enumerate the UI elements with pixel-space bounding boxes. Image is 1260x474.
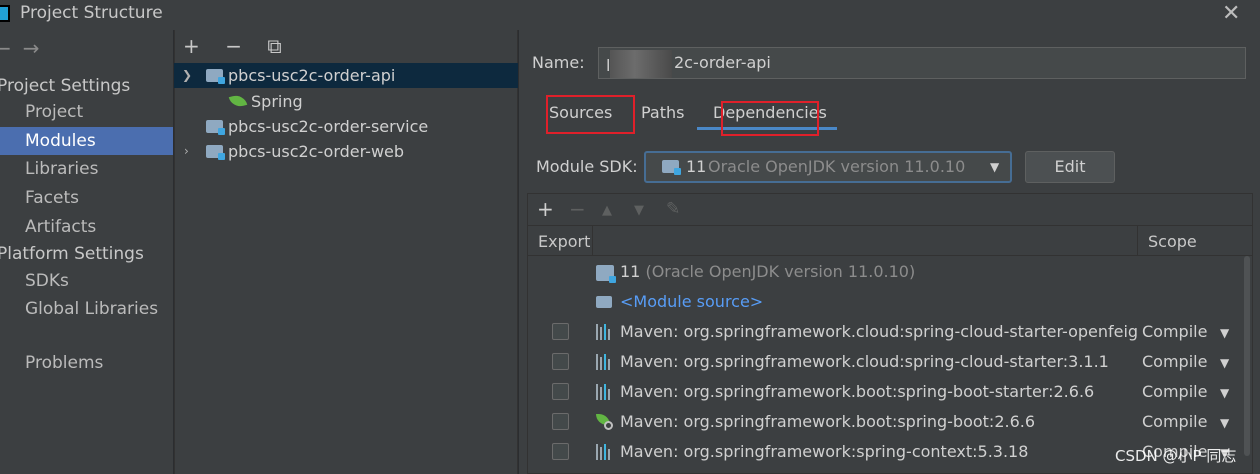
table-row[interactable]: 11 (Oracle OpenJDK version 11.0.10) [528,257,1244,287]
tree-row-order-service[interactable]: pbcs-usc2c-order-service [174,114,518,139]
maven-library-icon [596,354,614,370]
scrollbar[interactable] [1244,256,1250,456]
table-row[interactable]: Maven: org.springframework.boot:spring-b… [528,377,1244,407]
dropdown-arrow-icon[interactable]: ▼ [1220,326,1229,340]
scope-value: Compile [1142,412,1208,431]
tree-row-spring[interactable]: Spring [174,89,518,114]
jdk-folder-icon [596,265,616,283]
dropdown-arrow-icon[interactable]: ▼ [1220,416,1229,430]
spring-boot-icon [596,414,614,430]
chevron-right-icon[interactable]: › [184,139,196,164]
edit-pencil-icon[interactable]: ✎ [666,199,680,219]
nav-item-facets[interactable]: Facets [0,184,173,212]
nav-item-project[interactable]: Project [0,98,173,126]
dependency-name: 11 (Oracle OpenJDK version 11.0.10) [620,262,1140,281]
export-checkbox[interactable] [552,323,569,340]
dropdown-arrow-icon[interactable]: ▼ [990,160,999,174]
maven-library-icon [596,324,614,340]
module-folder-icon [206,120,225,135]
move-down-icon[interactable]: ▼ [634,203,644,218]
remove-module-icon[interactable]: − [225,34,242,58]
scope-select[interactable]: Compile ▼ [1138,377,1244,407]
name-label: Name: [532,53,585,72]
edit-sdk-button[interactable]: Edit [1025,151,1115,183]
maven-library-icon [596,444,614,460]
scope-value: Compile [1142,352,1208,371]
jdk-folder-icon [662,160,681,175]
csdn-watermark: CSDN @小P 同志 [1115,447,1237,465]
export-checkbox[interactable] [552,443,569,460]
table-row[interactable]: <Module source> [528,287,1244,317]
dependency-name: Maven: org.springframework.boot:spring-b… [620,382,1095,401]
dependency-name: Maven: org.springframework.boot:spring-b… [620,412,1036,431]
table-row[interactable]: Maven: org.springframework.cloud:spring-… [528,317,1244,347]
window-title: Project Structure [20,3,163,23]
column-divider [592,226,593,256]
spring-leaf-icon [228,93,248,109]
tree-label: pbcs-usc2c-order-web [228,142,405,161]
module-name-value: 2c-order-api [674,53,771,72]
table-row[interactable]: Maven: org.springframework.cloud:spring-… [528,347,1244,377]
nav-item-libraries[interactable]: Libraries [0,155,173,183]
tree-row-order-api[interactable]: ❯ pbcs-usc2c-order-api [174,63,518,88]
chevron-down-icon[interactable]: ❯ [182,63,194,88]
sdk-version-number: 11 [686,157,707,176]
export-column-header[interactable]: Export [538,232,590,251]
add-module-icon[interactable]: + [183,34,200,58]
sdk-description-text: (Oracle OpenJDK version 11.0.10) [645,262,916,281]
table-header [528,226,1252,256]
close-icon[interactable]: ✕ [1222,1,1240,26]
back-forward-arrows[interactable]: ←→ [0,36,52,60]
column-divider [1137,226,1138,256]
module-source-icon [596,296,612,308]
dropdown-arrow-icon[interactable]: ▼ [1220,386,1229,400]
forward-arrow-icon[interactable]: → [23,36,52,60]
move-up-icon[interactable]: ▲ [602,203,612,218]
scope-select[interactable]: Compile ▼ [1138,347,1244,377]
tree-label: Spring [251,92,303,111]
scope-value: Compile [1142,322,1208,341]
module-folder-icon [206,69,225,84]
intellij-app-icon [0,5,10,22]
dependency-name: <Module source> [620,292,764,311]
export-checkbox[interactable] [552,413,569,430]
redacted-region [610,50,672,78]
module-sdk-label: Module SDK: [536,157,638,176]
tree-label: pbcs-usc2c-order-service [228,117,429,136]
sdk-number-text: 11 [620,262,641,281]
scope-select[interactable]: Compile ▼ [1138,407,1244,437]
tab-paths[interactable]: Paths [641,103,684,122]
dependency-name: Maven: org.springframework:spring-contex… [620,442,1029,461]
tree-toolbar: + − ⧉ [183,34,282,58]
export-checkbox[interactable] [552,353,569,370]
nav-item-problems[interactable]: Problems [0,349,173,377]
sdk-description: Oracle OpenJDK version 11.0.10 [708,157,966,176]
export-checkbox[interactable] [552,383,569,400]
nav-item-artifacts[interactable]: Artifacts [0,213,173,241]
scope-value: Compile [1142,382,1208,401]
remove-dependency-icon[interactable]: − [569,197,586,221]
tree-row-order-web[interactable]: › pbcs-usc2c-order-web [174,139,518,164]
title-bar [0,0,1260,30]
module-folder-icon [206,145,225,160]
nav-item-modules[interactable]: Modules [0,127,173,155]
dependency-name: Maven: org.springframework.cloud:spring-… [620,322,1140,341]
dropdown-arrow-icon[interactable]: ▼ [1220,356,1229,370]
platform-settings-header: Platform Settings [0,244,144,264]
nav-item-global-libraries[interactable]: Global Libraries [0,295,173,323]
back-arrow-icon[interactable]: ← [0,36,23,60]
dependency-name: Maven: org.springframework.cloud:spring-… [620,352,1109,371]
copy-module-icon[interactable]: ⧉ [267,34,281,58]
add-dependency-icon[interactable]: + [537,197,554,221]
project-settings-header: Project Settings [0,76,131,96]
nav-item-sdks[interactable]: SDKs [0,267,173,295]
scope-select[interactable]: Compile ▼ [1138,317,1244,347]
tree-label: pbcs-usc2c-order-api [228,66,396,85]
scope-column-header[interactable]: Scope [1148,232,1197,251]
maven-library-icon [596,384,614,400]
table-row[interactable]: Maven: org.springframework.boot:spring-b… [528,407,1244,437]
highlight-box-dependencies [721,101,819,136]
highlight-box-sources [546,95,635,134]
